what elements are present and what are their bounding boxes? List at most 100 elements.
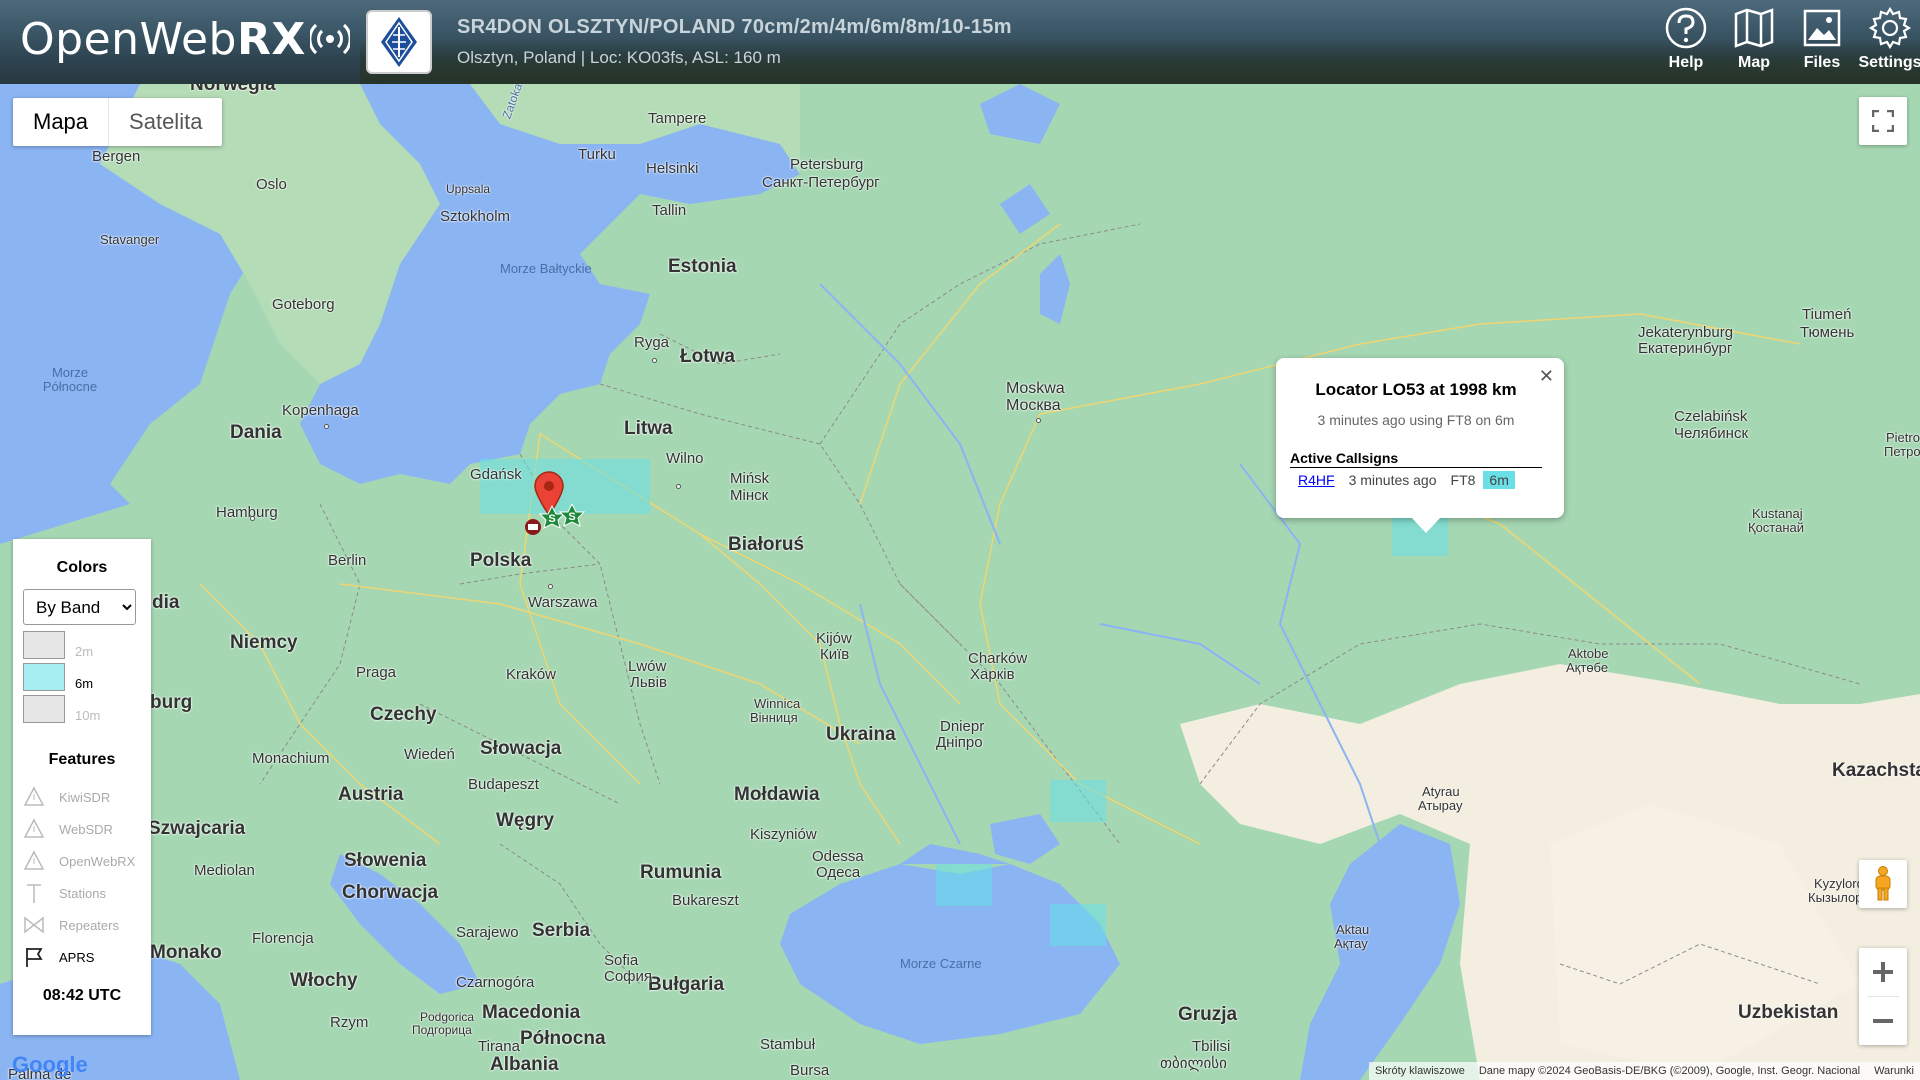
- country-label: Litwa: [624, 418, 673, 439]
- feature-toggle-websdr[interactable]: WebSDR: [23, 813, 141, 845]
- city-label: София: [604, 968, 653, 985]
- country-label: Rumunia: [640, 862, 722, 883]
- antenna-icon: [27, 884, 41, 903]
- locator-square[interactable]: [1050, 904, 1106, 946]
- city-label: Sztokholm: [440, 208, 511, 225]
- city-label: Челябинск: [1674, 425, 1749, 442]
- city-label: Wiedeń: [404, 746, 455, 763]
- city-label: Bukareszt: [672, 892, 739, 909]
- city-label: Turku: [578, 146, 616, 163]
- settings-button[interactable]: Settings: [1858, 6, 1920, 78]
- zoom-out-button[interactable]: [1859, 997, 1907, 1045]
- fullscreen-button[interactable]: [1859, 97, 1907, 145]
- map-canvas[interactable]: Morze Bałtyckie Morze Północne Morze Cza…: [0, 84, 1920, 1080]
- city-label: Odessa: [812, 848, 864, 865]
- color-mode-select[interactable]: By Band: [23, 589, 136, 625]
- pegman-icon: [1875, 866, 1891, 901]
- google-logo[interactable]: Google: [12, 1052, 88, 1078]
- city-dot: [1036, 418, 1041, 423]
- city-label: Mińsk: [730, 470, 770, 487]
- openwebrx-logo[interactable]: OpenWebRX: [20, 14, 350, 65]
- city-label: Wilno: [666, 450, 704, 467]
- map-data-credits: Dane mapy ©2024 GeoBasis-DE/BKG (©2009),…: [1478, 1065, 1861, 1077]
- country-label: Dania: [230, 422, 282, 443]
- city-label: Kopenhaga: [282, 402, 359, 419]
- band-legend-item[interactable]: 6m: [23, 663, 141, 691]
- city-label: Aktau: [1336, 922, 1370, 937]
- country-label: Chorwacja: [342, 882, 439, 903]
- diamond-badge-icon: [381, 17, 417, 67]
- radio-waves-icon: [309, 23, 350, 55]
- files-button[interactable]: Files: [1796, 6, 1848, 78]
- city-label: Monachium: [252, 750, 330, 767]
- city-dot: [548, 584, 553, 589]
- city-label: Мінск: [730, 487, 769, 504]
- country-label: Białoruś: [728, 534, 805, 555]
- feature-toggle-openwebrx[interactable]: OpenWebRX: [23, 845, 141, 877]
- city-label: Санкт-Петербург: [762, 174, 880, 191]
- map-type-map-button[interactable]: Mapa: [13, 98, 110, 146]
- country-label: Słowacja: [480, 738, 562, 759]
- callsign-mode: FT8: [1450, 472, 1476, 488]
- city-label: Қостанай: [1748, 520, 1805, 535]
- band-legend-item[interactable]: 2m: [23, 631, 141, 659]
- feature-toggle-repeaters[interactable]: Repeaters: [23, 909, 141, 941]
- country-label: Monako: [150, 942, 222, 963]
- city-dot: [250, 516, 255, 521]
- popup-title: Locator LO53 at 1998 km: [1315, 380, 1517, 399]
- city-label: Stavanger: [100, 232, 160, 247]
- callsign-row: R4HF 3 minutes ago FT8 6m: [1290, 471, 1542, 489]
- receiver-title: SR4DON OLSZTYN/POLAND 70cm/2m/4m/6m/8m/1…: [457, 16, 1012, 38]
- street-view-button[interactable]: [1859, 860, 1907, 908]
- city-label: Jekaterynburg: [1638, 324, 1734, 341]
- aprs-car-icon[interactable]: [522, 516, 544, 538]
- callsign-link[interactable]: R4HF: [1298, 472, 1335, 488]
- feature-toggle-stations[interactable]: Stations: [23, 877, 141, 909]
- country-label: Kazachstan: [1832, 760, 1920, 781]
- country-label: Łotwa: [680, 346, 735, 367]
- locator-square[interactable]: [936, 864, 992, 906]
- city-dot: [652, 358, 657, 363]
- locator-square[interactable]: [1050, 780, 1106, 822]
- files-icon: [1803, 9, 1841, 47]
- colors-heading: Colors: [56, 559, 108, 576]
- country-label: Austria: [338, 784, 404, 805]
- city-label: Tbilisi: [1192, 1038, 1231, 1055]
- city-label: Подгорица: [412, 1023, 472, 1037]
- map-type-control: Mapa Satelita: [13, 98, 223, 146]
- feature-toggle-kiwisdr[interactable]: KiwiSDR: [23, 781, 141, 813]
- city-label: Aktobe: [1568, 646, 1609, 661]
- city-label: Uppsala: [446, 182, 491, 196]
- country-label: Bułgaria: [648, 974, 725, 995]
- band-legend-item[interactable]: 10m: [23, 695, 141, 723]
- map-button[interactable]: Map: [1728, 6, 1780, 78]
- close-icon[interactable]: ✕: [1539, 366, 1554, 387]
- terms-link[interactable]: Warunki: [1874, 1065, 1914, 1077]
- sea-label: Morze Czarne: [900, 956, 982, 971]
- city-label: Москва: [1006, 397, 1061, 414]
- triangle-icon: [23, 818, 45, 838]
- city-label: Berlin: [328, 552, 367, 569]
- popup-subtitle: 3 minutes ago using FT8 on 6m: [1317, 412, 1515, 428]
- city-label: Florencja: [252, 930, 314, 947]
- map-type-satellite-button[interactable]: Satelita: [109, 98, 222, 146]
- country-label: Macedonia: [482, 1002, 581, 1023]
- country-label: Polska: [470, 550, 532, 571]
- country-label: Norwegia: [190, 84, 276, 95]
- keyboard-shortcuts-link[interactable]: Skróty klawiszowe: [1375, 1065, 1465, 1077]
- country-label: Uzbekistan: [1738, 1002, 1839, 1023]
- city-label: Czelabińsk: [1674, 408, 1748, 425]
- receiver-avatar: [366, 10, 432, 74]
- country-label-partial: burg: [150, 692, 193, 713]
- city-label: Львів: [630, 674, 667, 691]
- nav-buttons: Help Map Files Settings: [1660, 6, 1920, 78]
- callsign-band-badge: 6m: [1483, 471, 1515, 489]
- help-button[interactable]: Help: [1660, 6, 1712, 78]
- sea-label: Morze Bałtyckie: [500, 261, 592, 276]
- zoom-in-button[interactable]: [1859, 948, 1907, 996]
- feature-toggle-aprs[interactable]: APRS: [23, 941, 141, 973]
- city-label: Czarnogóra: [456, 974, 535, 991]
- receiver-description: Olsztyn, Poland | Loc: KO03fs, ASL: 160 …: [457, 48, 781, 67]
- city-label: Tiumeń: [1802, 306, 1852, 323]
- city-label: Pietro: [1886, 430, 1920, 445]
